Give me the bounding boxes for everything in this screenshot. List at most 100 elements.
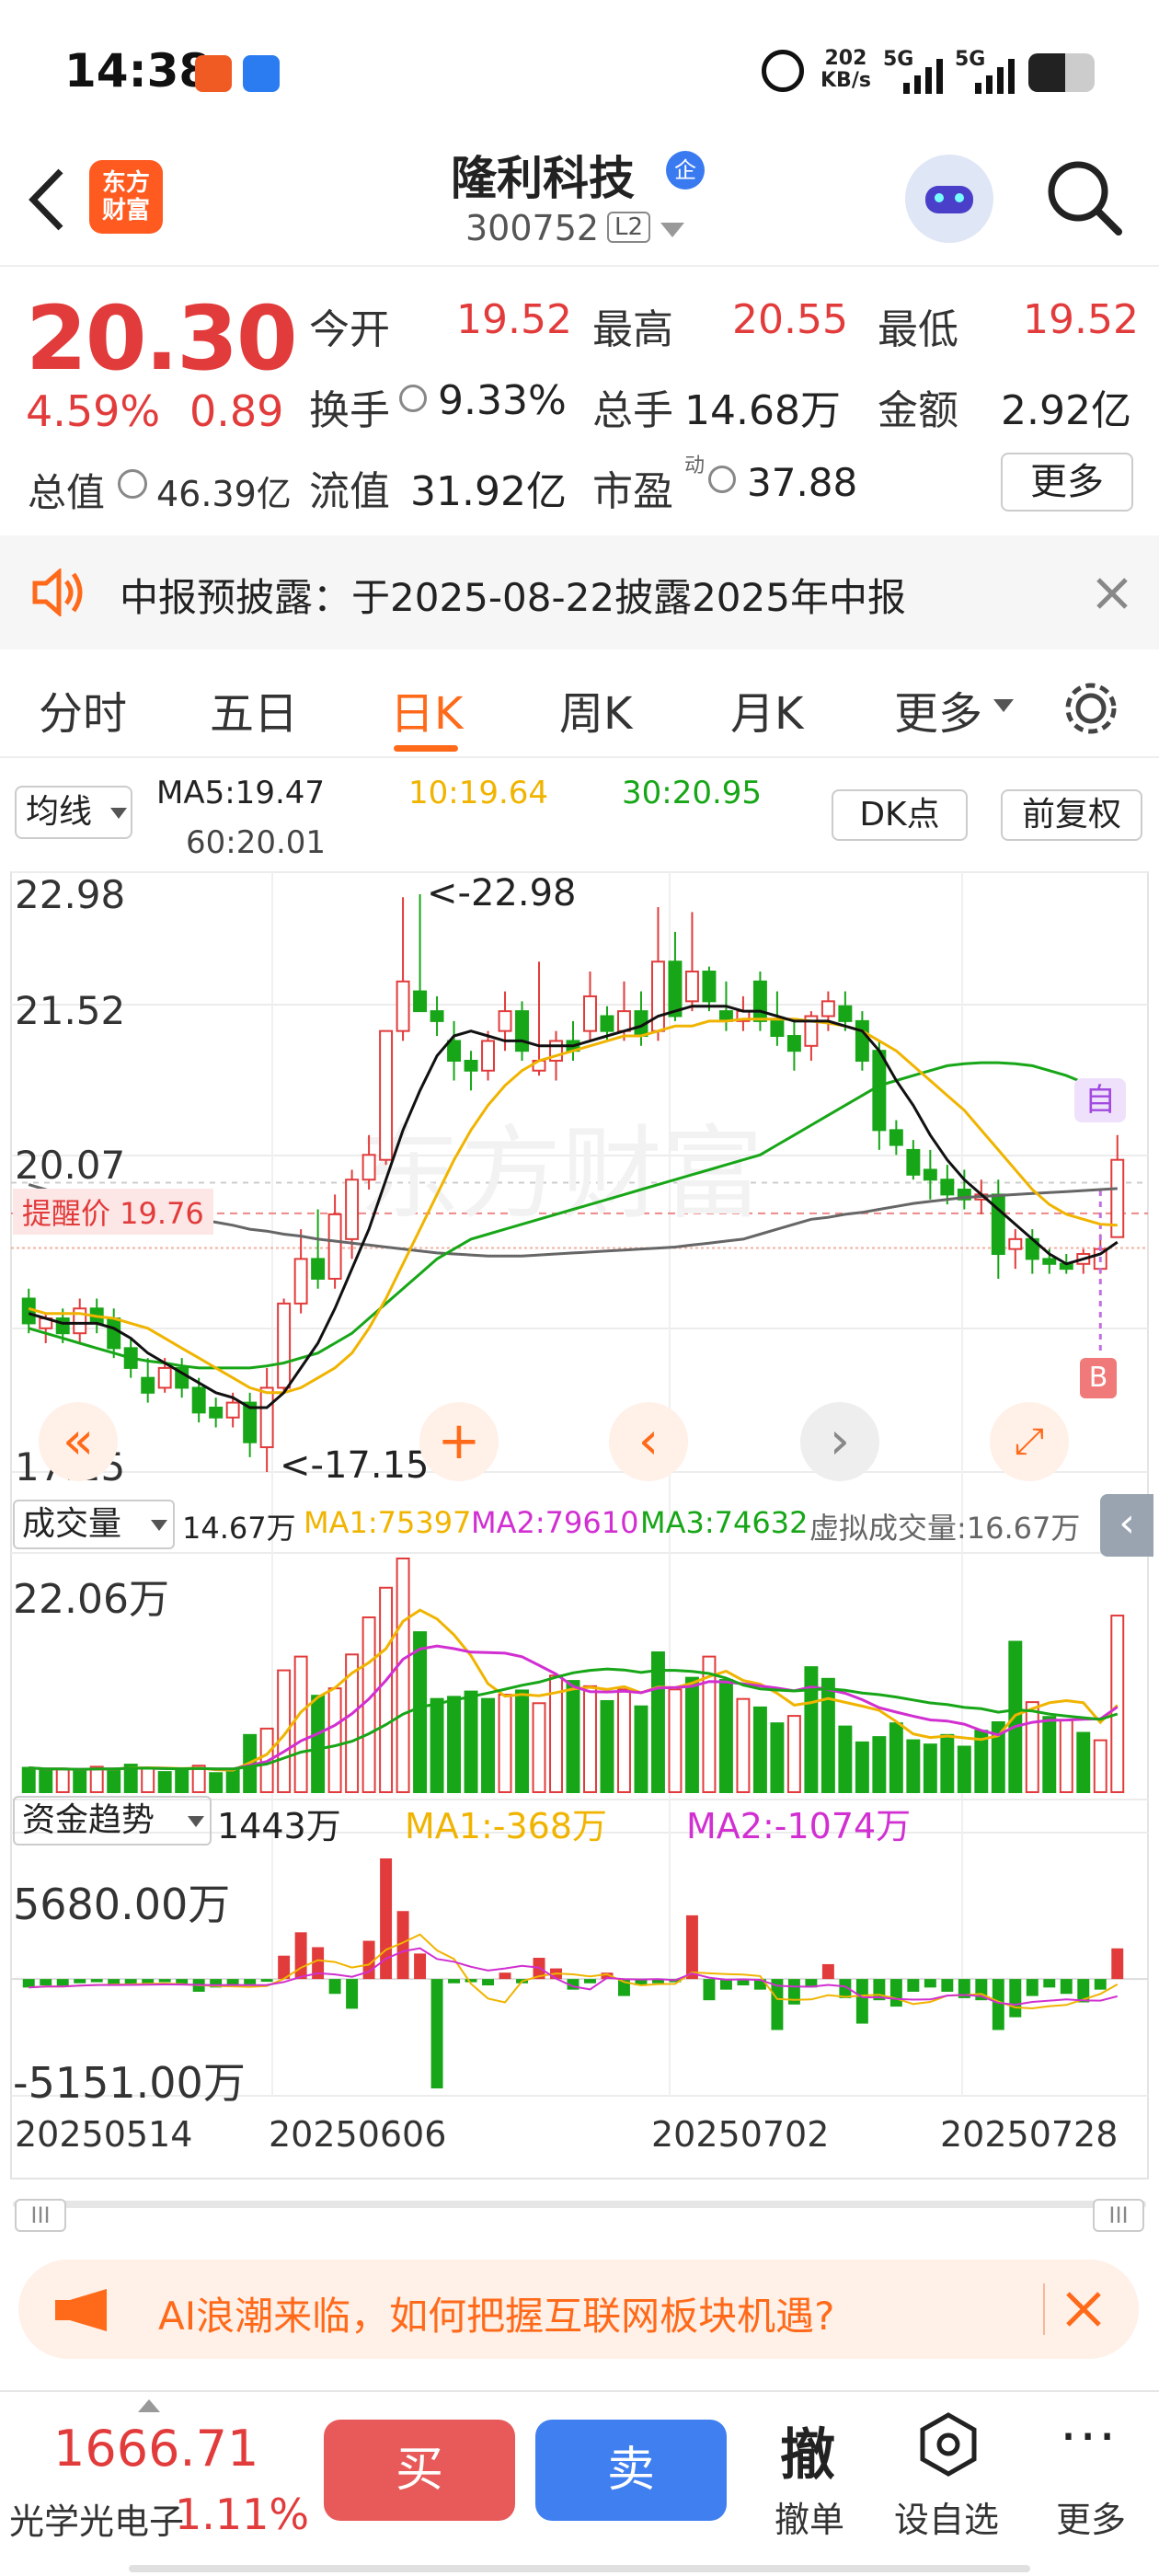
candle-body: [923, 1168, 937, 1181]
volume-bar: [855, 1741, 869, 1793]
volume-value: 14.68万: [684, 387, 841, 434]
buy-signal-marker[interactable]: B: [1080, 1358, 1117, 1398]
sector-name[interactable]: 光学光电子: [9, 2493, 184, 2544]
robot-assistant-avatar[interactable]: [905, 155, 993, 243]
alarm-icon: [762, 50, 804, 92]
fund-bar: [56, 1979, 69, 1987]
fund-bar: [244, 1979, 257, 1984]
fund-bar: [685, 1915, 698, 1980]
candle: [889, 1120, 903, 1156]
search-icon[interactable]: [1045, 158, 1124, 237]
quote-panel: 20.30 4.59% 0.89 总值 46.39亿 今开 19.52 最高 2…: [0, 269, 1159, 535]
volume-bar: [430, 1697, 444, 1793]
candle-body: [786, 1035, 801, 1052]
pe-info-icon[interactable]: [708, 466, 736, 493]
volume-label: 总手: [592, 387, 673, 434]
dropdown-caret-icon[interactable]: [660, 223, 684, 239]
fund-bar: [142, 1979, 155, 1984]
candle: [752, 972, 767, 1031]
expand-up-caret-icon[interactable]: [138, 2399, 160, 2412]
candle-body: [396, 980, 410, 1032]
candle-body: [157, 1366, 172, 1389]
level2-badge[interactable]: L2: [607, 212, 651, 243]
notification-signal-icon: [243, 55, 280, 92]
collapse-panel-icon[interactable]: ‹: [1100, 1494, 1153, 1557]
add-watchlist-icon[interactable]: [916, 2412, 981, 2477]
candle-body: [379, 1029, 394, 1161]
settings-gear-icon[interactable]: [1060, 677, 1122, 740]
fund-bar: [1043, 1979, 1056, 1988]
candle-body: [259, 1386, 274, 1449]
ad-banner[interactable]: AI浪潮来临，如何把握互联网板块机遇?: [18, 2260, 1139, 2359]
close-icon[interactable]: [1095, 576, 1130, 611]
chart-scrollbar[interactable]: [13, 2201, 1146, 2208]
add-watchlist-label[interactable]: 设自选: [894, 2491, 999, 2542]
back-arrow-icon[interactable]: [26, 166, 66, 234]
price-axis-mid1: 21.52: [15, 988, 126, 1033]
sector-index-value[interactable]: 1666.71: [53, 2420, 258, 2478]
tab-more[interactable]: 更多: [894, 677, 982, 742]
tab-five-day[interactable]: 五日: [210, 677, 298, 742]
fund-trend-selector[interactable]: 资金趋势: [13, 1796, 212, 1846]
turnover-info-icon[interactable]: [399, 385, 427, 412]
mktcap-label: 总值: [28, 470, 106, 515]
chevron-left-icon[interactable]: ‹: [609, 1402, 688, 1481]
fund-trend-current: 1443万: [217, 1806, 341, 1846]
candle-body: [55, 1317, 70, 1335]
buy-button[interactable]: 买: [324, 2420, 515, 2521]
more-quote-button[interactable]: 更多: [1001, 453, 1133, 512]
fund-bar: [294, 1932, 307, 1980]
cancel-order-label[interactable]: 撤单: [775, 2491, 844, 2542]
fund-axis-min: -5151.00万: [13, 2058, 246, 2108]
candle-body: [430, 1010, 444, 1022]
more-dots-icon[interactable]: ···: [1060, 2405, 1118, 2469]
float-label: 流值: [309, 468, 390, 515]
volume-selector[interactable]: 成交量: [13, 1500, 175, 1549]
candle-body: [191, 1386, 206, 1414]
volume-bar: [447, 1696, 462, 1794]
tab-daily-k[interactable]: 日K: [390, 677, 463, 742]
candle-body: [141, 1376, 155, 1394]
ad-close-icon[interactable]: [1065, 2291, 1102, 2328]
candle: [379, 1029, 394, 1166]
candle-body: [617, 1010, 631, 1032]
speaker-icon: [32, 569, 83, 616]
fund-bar: [158, 1979, 171, 1983]
tab-intraday[interactable]: 分时: [39, 677, 127, 742]
candle-body: [770, 1019, 785, 1038]
reminder-price-label[interactable]: 提醒价 19.76: [13, 1189, 213, 1235]
net-speed: 202 KB/s: [820, 48, 871, 92]
fund-trend-ma2: MA2:-1074万: [686, 1806, 912, 1846]
cancel-order-icon[interactable]: 撤: [780, 2410, 835, 2490]
scrollbar-right-handle[interactable]: III: [1093, 2199, 1144, 2232]
date-label-3: 20250702: [651, 2114, 830, 2155]
megaphone-icon: [55, 2289, 107, 2331]
fund-bar: [907, 1979, 920, 1992]
self-select-marker[interactable]: 自: [1074, 1078, 1126, 1122]
fund-bar: [465, 1979, 477, 1983]
fund-ma-line: [29, 1933, 1119, 2010]
scroll-to-start-icon[interactable]: «: [39, 1402, 118, 1481]
zoom-in-icon[interactable]: +: [419, 1402, 499, 1481]
fullscreen-icon[interactable]: ⤢: [990, 1402, 1069, 1481]
tab-weekly-k[interactable]: 周K: [559, 677, 632, 742]
candle: [1110, 1134, 1125, 1238]
candle: [396, 897, 410, 1041]
sell-button[interactable]: 卖: [535, 2420, 727, 2521]
info-icon[interactable]: [118, 469, 147, 499]
enterprise-badge: 企: [666, 151, 705, 190]
tab-monthly-k[interactable]: 月K: [730, 677, 803, 742]
chevron-right-icon[interactable]: ›: [800, 1402, 879, 1481]
app-logo[interactable]: 东方 财富: [89, 160, 163, 234]
notice-text: 中报预披露：于2025-08-22披露2025年中报: [120, 575, 906, 620]
kline-chart-svg[interactable]: 东方财富: [0, 758, 1159, 2193]
candle: [515, 1001, 529, 1061]
price-axis-max: 22.98: [15, 872, 126, 917]
sector-change[interactable]: 1.11%: [175, 2490, 309, 2539]
stock-code: 300752: [465, 208, 600, 248]
scrollbar-left-handle[interactable]: III: [15, 2199, 66, 2232]
more-label[interactable]: 更多: [1056, 2491, 1126, 2542]
tab-more-caret-icon[interactable]: [993, 699, 1014, 714]
clock: 14:38: [64, 44, 212, 98]
notice-bar[interactable]: 中报预披露：于2025-08-22披露2025年中报: [0, 535, 1159, 650]
